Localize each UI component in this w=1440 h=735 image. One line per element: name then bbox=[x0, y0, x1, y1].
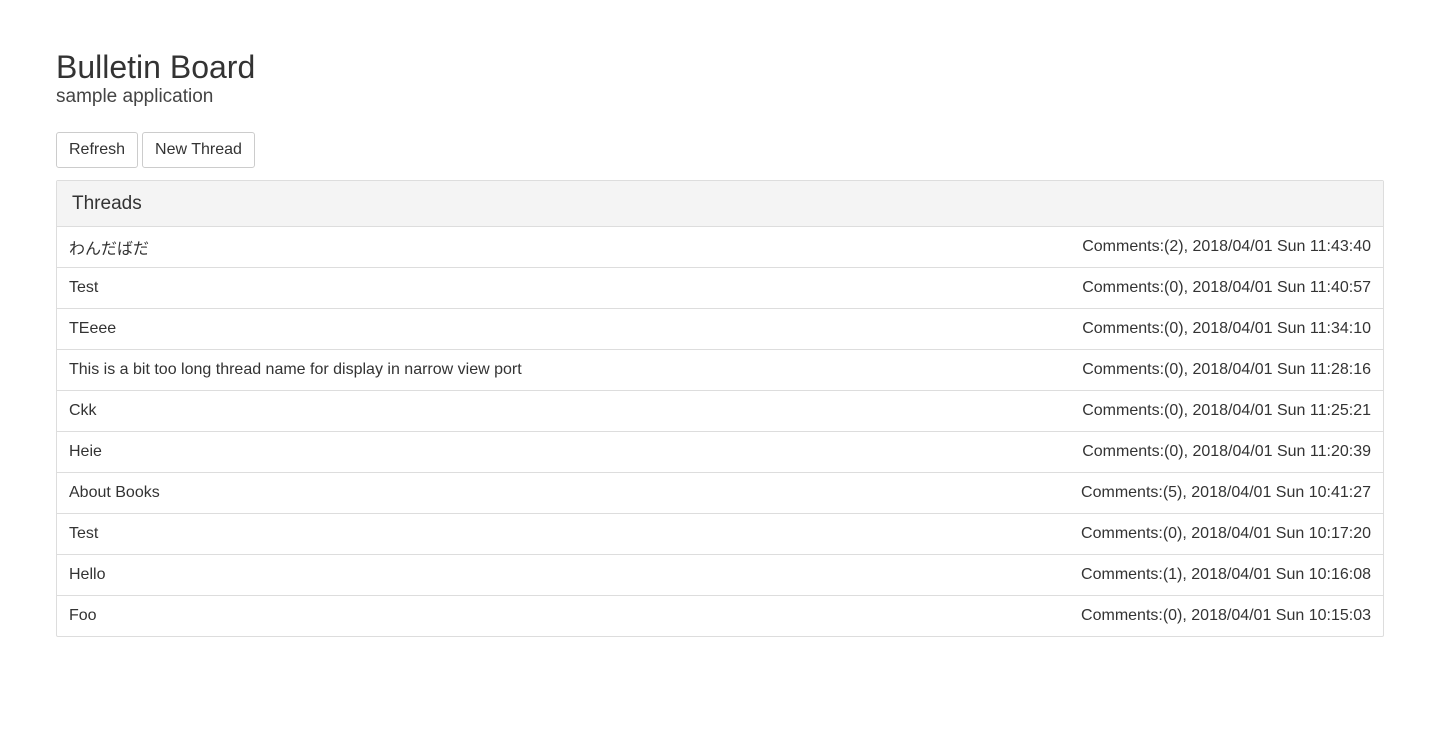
app-subtitle: sample application bbox=[56, 86, 214, 107]
thread-meta: Comments:(0), 2018/04/01 Sun 10:15:03 bbox=[1081, 607, 1371, 624]
thread-row[interactable]: Hello Comments:(1), 2018/04/01 Sun 10:16… bbox=[57, 555, 1383, 596]
threads-panel: Threads わんだばだ Comments:(2), 2018/04/01 S… bbox=[56, 180, 1384, 637]
thread-meta: Comments:(1), 2018/04/01 Sun 10:16:08 bbox=[1081, 566, 1371, 583]
thread-title: Hello bbox=[69, 566, 106, 583]
thread-meta: Comments:(5), 2018/04/01 Sun 10:41:27 bbox=[1081, 484, 1371, 501]
thread-title: This is a bit too long thread name for d… bbox=[69, 361, 522, 378]
thread-title: TEeee bbox=[69, 320, 117, 337]
thread-meta: Comments:(0), 2018/04/01 Sun 11:20:39 bbox=[1082, 443, 1371, 460]
thread-title: About Books bbox=[69, 484, 160, 501]
thread-row[interactable]: Test Comments:(0), 2018/04/01 Sun 11:40:… bbox=[57, 268, 1383, 309]
thread-row[interactable]: About Books Comments:(5), 2018/04/01 Sun… bbox=[57, 473, 1383, 514]
thread-list: わんだばだ Comments:(2), 2018/04/01 Sun 11:43… bbox=[57, 227, 1383, 636]
thread-title: Ckk bbox=[69, 402, 97, 419]
thread-row[interactable]: TEeee Comments:(0), 2018/04/01 Sun 11:34… bbox=[57, 309, 1383, 350]
thread-row[interactable]: Heie Comments:(0), 2018/04/01 Sun 11:20:… bbox=[57, 432, 1383, 473]
thread-title: わんだばだ bbox=[69, 241, 150, 258]
thread-row[interactable]: Foo Comments:(0), 2018/04/01 Sun 10:15:0… bbox=[57, 596, 1383, 636]
thread-meta: Comments:(0), 2018/04/01 Sun 11:28:16 bbox=[1082, 361, 1371, 378]
thread-row[interactable]: Test Comments:(0), 2018/04/01 Sun 10:17:… bbox=[57, 514, 1383, 555]
thread-meta: Comments:(2), 2018/04/01 Sun 11:43:40 bbox=[1082, 238, 1371, 255]
thread-title: Test bbox=[69, 279, 99, 296]
thread-meta: Comments:(0), 2018/04/01 Sun 11:40:57 bbox=[1082, 279, 1371, 296]
thread-meta: Comments:(0), 2018/04/01 Sun 11:34:10 bbox=[1082, 320, 1371, 337]
thread-row[interactable]: This is a bit too long thread name for d… bbox=[57, 350, 1383, 391]
thread-row[interactable]: わんだばだ Comments:(2), 2018/04/01 Sun 11:43… bbox=[57, 227, 1383, 268]
thread-title: Foo bbox=[69, 607, 97, 624]
thread-row[interactable]: Ckk Comments:(0), 2018/04/01 Sun 11:25:2… bbox=[57, 391, 1383, 432]
thread-title: Test bbox=[69, 525, 99, 542]
new-thread-button[interactable]: New Thread bbox=[142, 132, 255, 168]
toolbar: Refresh New Thread bbox=[56, 132, 1384, 168]
thread-title: Heie bbox=[69, 443, 102, 460]
thread-meta: Comments:(0), 2018/04/01 Sun 11:25:21 bbox=[1082, 402, 1371, 419]
thread-meta: Comments:(0), 2018/04/01 Sun 10:17:20 bbox=[1081, 525, 1371, 542]
app-title: Bulletin Board bbox=[56, 49, 256, 85]
threads-panel-heading: Threads bbox=[57, 181, 1383, 227]
page: Bulletin Board sample application Refres… bbox=[0, 0, 1440, 637]
refresh-button[interactable]: Refresh bbox=[56, 132, 139, 168]
